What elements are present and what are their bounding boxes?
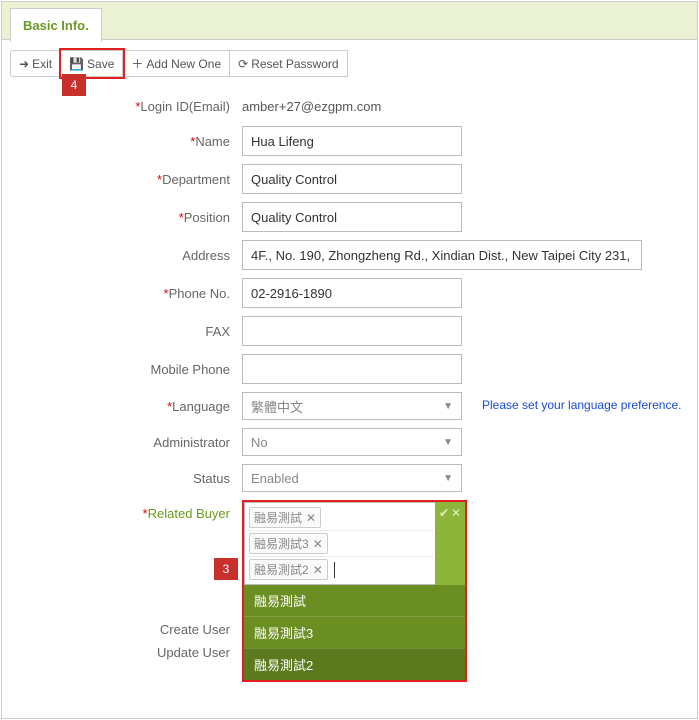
tab-bar: Basic Info. [2, 2, 697, 40]
row-status: Status Enabled ▼ [2, 460, 697, 496]
row-login-id: *Login ID(Email) amber+27@ezgpm.com [2, 91, 697, 122]
close-icon[interactable]: ✕ [306, 511, 316, 525]
toolbar: ➜ Exit 💾 Save ＋ Add New One ⟳ Reset Pass… [2, 40, 697, 87]
exit-button[interactable]: ➜ Exit [10, 50, 61, 77]
label-related-buyer: Related Buyer [148, 506, 230, 521]
refresh-icon: ⟳ [238, 57, 248, 71]
language-hint: Please set your language preference. [482, 398, 681, 412]
row-mobile: Mobile Phone [2, 350, 697, 388]
address-input[interactable] [242, 240, 642, 270]
tag-item[interactable]: 融易測試2 ✕ [249, 559, 328, 580]
label-fax: FAX [205, 324, 230, 339]
label-admin: Administrator [153, 435, 230, 450]
chevron-down-icon: ▼ [443, 473, 453, 484]
row-admin: Administrator No ▼ [2, 424, 697, 460]
text-cursor [334, 562, 335, 578]
label-login-id: Login ID(Email) [140, 99, 230, 114]
exit-icon: ➜ [19, 57, 29, 71]
row-fax: FAX [2, 312, 697, 350]
callout-3: 3 [214, 558, 238, 580]
label-position: Position [184, 210, 230, 225]
exit-label: Exit [32, 57, 52, 71]
admin-select[interactable]: No ▼ [242, 428, 462, 456]
language-select[interactable]: 繁體中文 ▼ [242, 392, 462, 420]
tab-basic-info[interactable]: Basic Info. [10, 8, 102, 42]
fax-input[interactable] [242, 316, 462, 346]
value-login-id: amber+27@ezgpm.com [242, 95, 697, 118]
save-button[interactable]: 💾 Save [61, 50, 123, 77]
related-buyer-widget: 3 融易測試 ✕ 融易測試3 [242, 500, 467, 682]
admin-value: No [251, 435, 268, 450]
name-input[interactable] [242, 126, 462, 156]
position-input[interactable] [242, 202, 462, 232]
close-icon[interactable]: ✕ [313, 537, 323, 551]
row-language: *Language 繁體中文 ▼ Please set your languag… [2, 388, 697, 424]
add-new-one-button[interactable]: ＋ Add New One [123, 50, 230, 77]
label-mobile: Mobile Phone [151, 362, 231, 377]
status-select[interactable]: Enabled ▼ [242, 464, 462, 492]
language-value: 繁體中文 [251, 397, 303, 416]
save-label: Save [87, 57, 114, 71]
related-buyer-actions: ✔ ✕ [435, 502, 465, 585]
row-position: *Position [2, 198, 697, 236]
dropdown-option[interactable]: 融易測試3 [244, 616, 465, 648]
status-value: Enabled [251, 471, 299, 486]
reset-label: Reset Password [251, 57, 338, 71]
add-label: Add New One [146, 57, 221, 71]
label-language: Language [172, 399, 230, 414]
tag-item[interactable]: 融易測試3 ✕ [249, 533, 328, 554]
plus-icon: ＋ [131, 55, 143, 72]
confirm-icon[interactable]: ✔ [439, 506, 449, 520]
row-name: *Name [2, 122, 697, 160]
row-phone: *Phone No. [2, 274, 697, 312]
related-buyer-dropdown: 融易測試 融易測試3 融易測試2 [244, 585, 465, 680]
form: *Login ID(Email) amber+27@ezgpm.com *Nam… [2, 87, 697, 718]
label-create-user: Create User [160, 622, 230, 637]
close-icon[interactable]: ✕ [313, 563, 323, 577]
tag-label: 融易測試2 [254, 561, 309, 578]
reset-password-button[interactable]: ⟳ Reset Password [230, 50, 347, 77]
save-icon: 💾 [69, 57, 84, 71]
phone-input[interactable] [242, 278, 462, 308]
tag-label: 融易測試3 [254, 535, 309, 552]
callout-4: 4 [62, 74, 86, 96]
label-status: Status [193, 471, 230, 486]
chevron-down-icon: ▼ [443, 401, 453, 412]
row-address: Address [2, 236, 697, 274]
tag-item[interactable]: 融易測試 ✕ [249, 507, 321, 528]
row-department: *Department [2, 160, 697, 198]
label-name: Name [195, 134, 230, 149]
related-buyer-tags[interactable]: 融易測試 ✕ 融易測試3 ✕ [244, 502, 435, 585]
label-phone: Phone No. [169, 286, 230, 301]
label-department: Department [162, 172, 230, 187]
dropdown-option[interactable]: 融易測試 [244, 585, 465, 616]
label-address: Address [182, 248, 230, 263]
mobile-input[interactable] [242, 354, 462, 384]
label-update-user: Update User [157, 645, 230, 660]
cancel-icon[interactable]: ✕ [451, 506, 461, 520]
dropdown-option[interactable]: 融易測試2 [244, 648, 465, 680]
tag-label: 融易測試 [254, 509, 302, 526]
chevron-down-icon: ▼ [443, 437, 453, 448]
department-input[interactable] [242, 164, 462, 194]
